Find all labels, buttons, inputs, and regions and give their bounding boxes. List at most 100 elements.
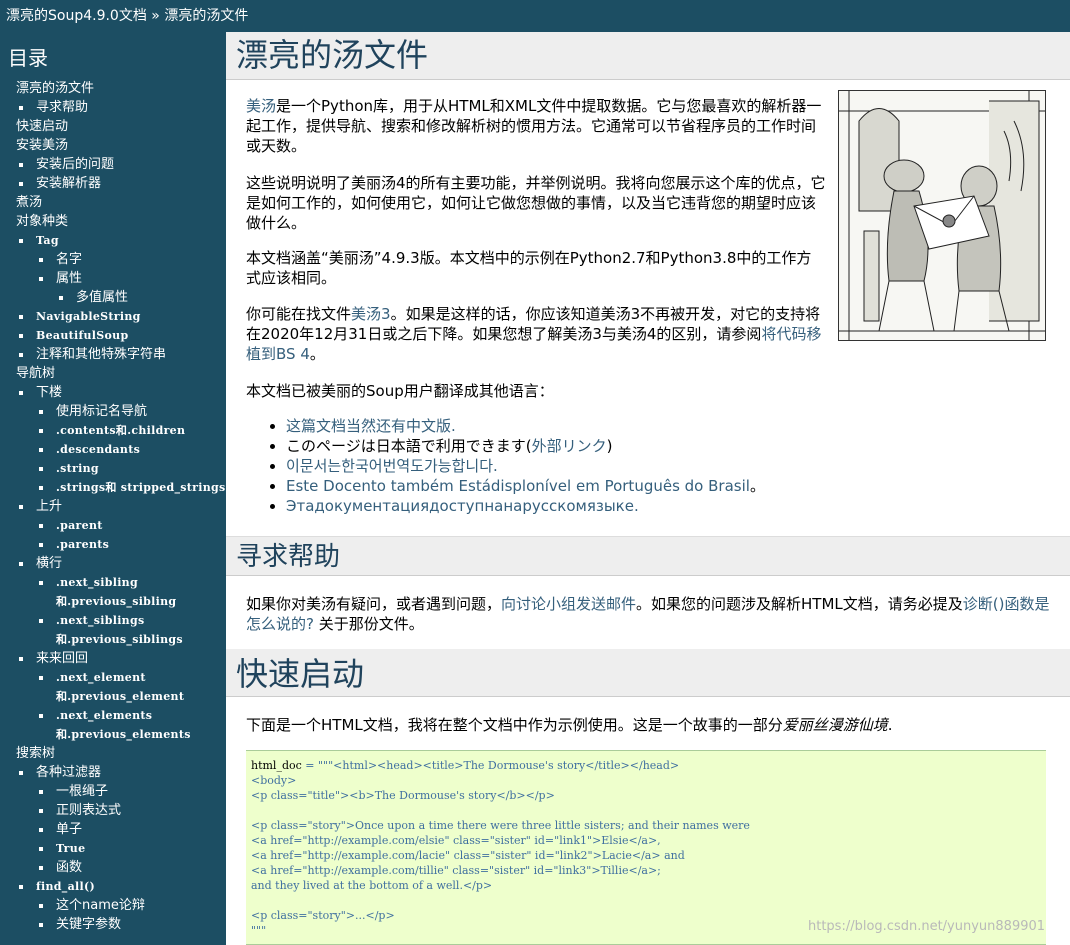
toc-item: .parent: [0, 516, 226, 535]
toc-item: 安装美汤: [0, 136, 226, 155]
quickstart-paragraph: 下面是一个HTML文档，我将在整个文档中作为示例使用。这是一个故事的一部分爱丽丝…: [246, 715, 1052, 735]
toc-item: find_all(): [0, 877, 226, 896]
toc-item: .parents: [0, 535, 226, 554]
toc-link[interactable]: BeautifulSoup: [36, 329, 128, 342]
breadcrumb-bar: 漂亮的Soup4.9.0文档 » 漂亮的汤文件: [0, 0, 1070, 32]
toc-item: 对象种类: [0, 212, 226, 231]
breadcrumb-root-link[interactable]: 漂亮的Soup4.9.0文档: [6, 8, 147, 24]
toc-item: .contents和.children: [0, 421, 226, 440]
korean-translation-link[interactable]: 이문서는한국어번역도가능합니다.: [286, 457, 498, 475]
toc-link[interactable]: 来来回回: [36, 651, 88, 666]
list-item: Этадокументациядоступнанарусскомязыке.: [286, 496, 765, 516]
table-of-contents: 漂亮的汤文件寻求帮助快速启动安装美汤安装后的问题 安装解析器煮汤对象种类 Tag 名字…: [0, 79, 226, 934]
mailing-list-link[interactable]: 向讨论小组发送邮件: [501, 595, 636, 613]
toc-link[interactable]: find_all(): [36, 880, 95, 893]
portuguese-translation-link[interactable]: Este Docento também Estádisplonível em P…: [286, 477, 750, 495]
toc-item: 各种过滤器: [0, 763, 226, 782]
toc-link[interactable]: 一根绳子: [56, 784, 108, 799]
toc-item: 煮汤: [0, 193, 226, 212]
toc-link[interactable]: .string: [56, 462, 99, 475]
japanese-text-end: ): [606, 437, 613, 455]
toc-link[interactable]: 名字: [56, 252, 82, 267]
toc-link[interactable]: .next_elements 和.previous_elements: [56, 709, 191, 741]
toc-item: 寻求帮助: [0, 98, 226, 117]
toc-link[interactable]: 横行: [36, 556, 62, 571]
toc-item: 横行: [0, 554, 226, 573]
beautiful-soup-link[interactable]: 美汤: [246, 97, 276, 115]
toc-link[interactable]: 属性: [56, 271, 82, 286]
toc-link[interactable]: .descendants: [56, 443, 140, 456]
bs3-text-3: 。: [309, 345, 325, 363]
toc-link[interactable]: .next_sibling 和.previous_sibling: [56, 576, 176, 608]
toc-link[interactable]: .contents和.children: [56, 424, 185, 437]
toc-link[interactable]: 各种过滤器: [36, 765, 101, 780]
toc-link[interactable]: True: [56, 842, 85, 855]
toc-link[interactable]: .parents: [56, 538, 109, 551]
toc-item: 上升: [0, 497, 226, 516]
toc-item: 正则表达式: [0, 801, 226, 820]
list-item: 이문서는한국어번역도가능합니다.: [286, 456, 765, 476]
toc-item: 这个name论辩: [0, 896, 226, 915]
list-item: このページは日本語で利用できます(外部リンク): [286, 436, 765, 456]
toc-link[interactable]: 使用标记名导航: [56, 404, 147, 419]
toc-link[interactable]: 导航树: [16, 366, 55, 381]
toc-link[interactable]: 下楼: [36, 385, 62, 400]
toc-link[interactable]: 上升: [36, 499, 62, 514]
toc-item: .next_elements 和.previous_elements: [0, 706, 226, 744]
toc-link[interactable]: 对象种类: [16, 214, 68, 229]
japanese-text: このページは日本語で利用できます(: [286, 437, 532, 455]
section-title-quickstart: 快速启动: [226, 649, 1070, 697]
toc-link[interactable]: 这个name论辩: [56, 898, 145, 913]
toc-link[interactable]: 注释和其他特殊字符串: [36, 347, 166, 362]
toc-link[interactable]: 正则表达式: [56, 803, 121, 818]
russian-translation-link[interactable]: Этадокументациядоступнанарусскомязыке.: [286, 497, 639, 515]
toc-link[interactable]: 函数: [56, 860, 82, 875]
toc-item: .descendants: [0, 440, 226, 459]
toc-link[interactable]: 快速启动: [16, 119, 68, 134]
alice-illustration: [838, 90, 1046, 341]
toc-item: Tag: [0, 231, 226, 250]
toc-item: .strings和 stripped_strings: [0, 478, 226, 497]
help-text-1: 如果你对美汤有疑问，或者遇到问题，: [246, 595, 502, 613]
toc-link[interactable]: 关键字参数: [56, 917, 121, 932]
toc-link[interactable]: 安装后的问题: [36, 157, 114, 172]
toc-item: 属性: [0, 269, 226, 288]
toc-item: .next_sibling 和.previous_sibling: [0, 573, 226, 611]
bs3-link[interactable]: 美汤3: [351, 305, 391, 323]
toc-link[interactable]: 煮汤: [16, 195, 42, 210]
code-variable: html_doc: [251, 759, 302, 772]
toc-link[interactable]: .parent: [56, 519, 103, 532]
toc-link[interactable]: 安装解析器: [36, 176, 101, 191]
toc-link[interactable]: .next_element 和.previous_element: [56, 671, 184, 703]
sidebar: 目录 漂亮的汤文件寻求帮助快速启动安装美汤安装后的问题 安装解析器煮汤对象种类 Ta…: [0, 32, 226, 945]
translations-list: 这篇文档当然还有中文版. このページは日本語で利用できます(外部リンク) 이문서…: [266, 416, 765, 516]
toc-item: .next_element 和.previous_element: [0, 668, 226, 706]
toc-link[interactable]: 安装美汤: [16, 138, 68, 153]
toc-item: 注释和其他特殊字符串: [0, 345, 226, 364]
toc-item: 一根绳子: [0, 782, 226, 801]
toc-item: 快速启动: [0, 117, 226, 136]
intro-text: 是一个Python库，用于从HTML和XML文件中提取数据。它与您最喜欢的解析器…: [246, 97, 822, 155]
code-body: = """<html><head><title>The Dormouse's s…: [251, 759, 750, 937]
toc-item: BeautifulSoup: [0, 326, 226, 345]
toc-item: .string: [0, 459, 226, 478]
toc-link[interactable]: .strings和 stripped_strings: [56, 481, 226, 494]
alice-title: 爱丽丝漫游仙境: [782, 716, 888, 734]
code-block: html_doc = """<html><head><title>The Dor…: [246, 750, 1046, 945]
intro-paragraph: 美汤是一个Python库，用于从HTML和XML文件中提取数据。它与您最喜欢的解…: [246, 96, 826, 156]
toc-link[interactable]: .next_siblings 和.previous_siblings: [56, 614, 183, 646]
sidebar-title: 目录: [8, 46, 48, 70]
breadcrumb-current: 漂亮的汤文件: [164, 8, 249, 24]
toc-link[interactable]: NavigableString: [36, 310, 141, 323]
toc-item: 函数: [0, 858, 226, 877]
japanese-translation-link[interactable]: 外部リンク: [532, 437, 607, 455]
chinese-translation-link[interactable]: 这篇文档当然还有中文版.: [286, 417, 456, 435]
toc-link[interactable]: 单子: [56, 822, 82, 837]
list-item: 这篇文档当然还有中文版.: [286, 416, 765, 436]
toc-link[interactable]: 搜索树: [16, 746, 55, 761]
toc-link[interactable]: 多值属性: [76, 290, 128, 305]
toc-link[interactable]: 寻求帮助: [36, 100, 88, 115]
toc-link[interactable]: Tag: [36, 234, 59, 247]
version-paragraph: 本文档涵盖“美丽汤”4.9.3版。本文档中的示例在Python2.7和Pytho…: [246, 249, 812, 287]
toc-link[interactable]: 漂亮的汤文件: [16, 81, 94, 96]
